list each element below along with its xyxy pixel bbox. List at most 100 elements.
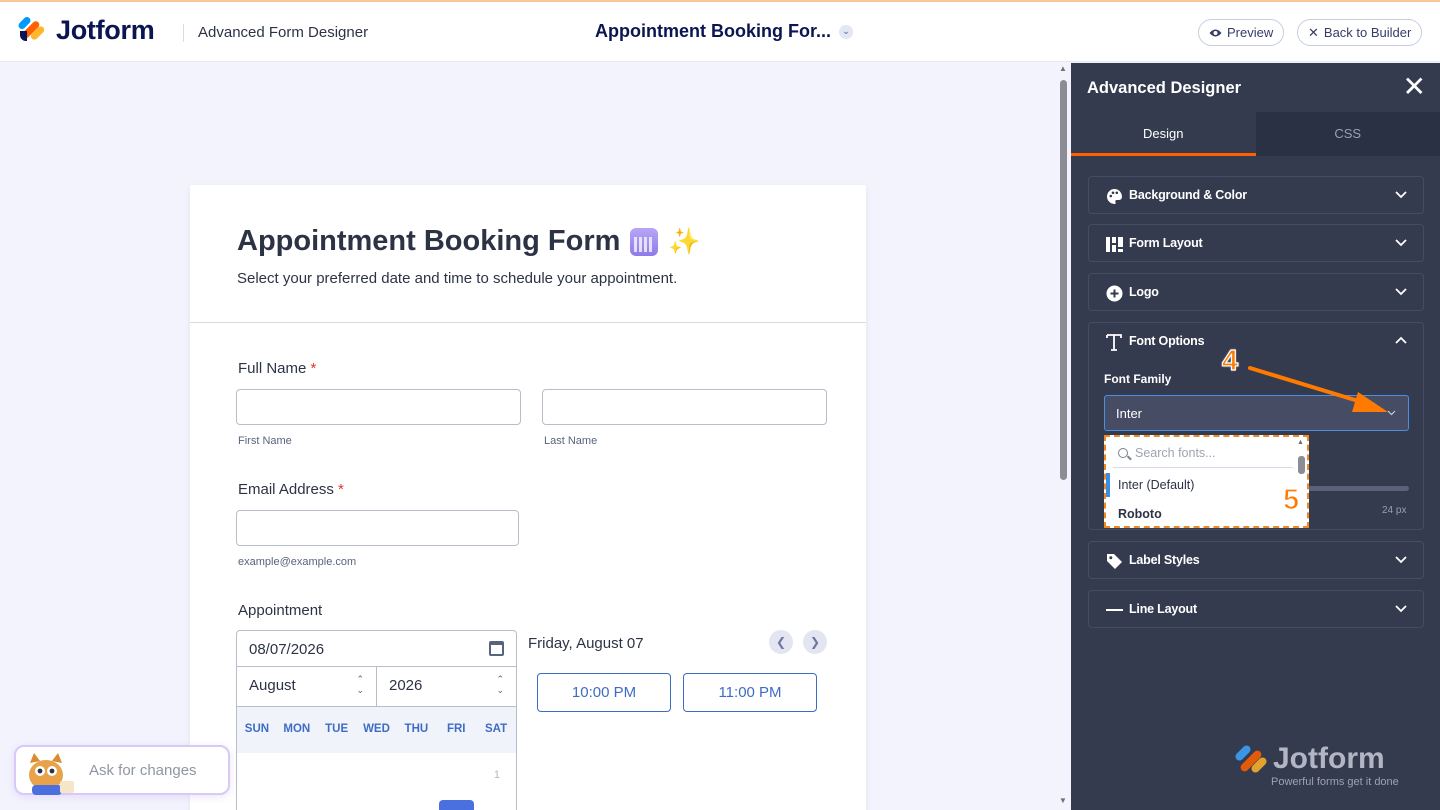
font-family-label: Font Family: [1104, 372, 1172, 386]
first-name-sublabel: First Name: [238, 435, 292, 447]
chevron-down-icon: [1395, 288, 1407, 296]
time-slot-button[interactable]: 11:00 PM: [683, 673, 817, 712]
sparkles-emoji-icon: ✨: [668, 226, 701, 256]
month-value: August: [249, 677, 296, 694]
font-search-input[interactable]: Search fonts...: [1113, 443, 1293, 468]
form-header[interactable]: Appointment Booking Form ✨ Select your p…: [190, 185, 866, 323]
back-to-builder-button[interactable]: ✕ Back to Builder: [1297, 19, 1423, 46]
font-option[interactable]: Inter (Default): [1106, 473, 1296, 497]
scrollbar-thumb[interactable]: [1060, 80, 1067, 480]
jotform-logo-icon: [1233, 743, 1269, 778]
selected-day-cell[interactable]: [439, 800, 474, 810]
first-name-input[interactable]: [236, 389, 521, 425]
section-label: Background & Color: [1129, 188, 1247, 202]
calendar-day[interactable]: 1: [494, 769, 500, 781]
font-family-value: Inter: [1116, 406, 1143, 421]
eye-icon: [1209, 29, 1222, 36]
date-input[interactable]: 08/07/2026: [236, 630, 517, 667]
appointment-label: Appointment: [238, 602, 323, 619]
form-title: Appointment Booking For...: [595, 21, 831, 41]
last-name-input[interactable]: [542, 389, 827, 425]
section-logo[interactable]: Logo: [1088, 273, 1424, 311]
weekday-thu: THU: [404, 723, 429, 735]
chevron-down-icon: [1395, 556, 1407, 564]
section-line-layout[interactable]: Line Layout: [1088, 590, 1424, 628]
chevron-down-icon: [1395, 191, 1407, 199]
font-option[interactable]: Roboto: [1106, 502, 1296, 526]
preview-label: Preview: [1227, 25, 1274, 40]
weekday-header: SUN MON TUE WED THU FRI SAT: [236, 707, 517, 753]
full-name-label-text: Full Name: [238, 360, 307, 377]
form-subheading: Select your preferred date and time to s…: [237, 270, 678, 287]
form-title-dropdown[interactable]: Appointment Booking For... ⌄: [595, 21, 853, 42]
font-size-value: 24 px: [1382, 505, 1407, 516]
chevron-up-icon[interactable]: [1393, 333, 1409, 349]
canvas-scrollbar[interactable]: ▲ ▼: [1058, 64, 1068, 806]
chevron-down-icon: [1395, 239, 1407, 247]
section-label: Logo: [1129, 285, 1159, 299]
assistant-avatar-icon: [29, 753, 74, 795]
section-label: Line Layout: [1129, 602, 1197, 616]
scroll-up-arrow-icon[interactable]: ▲: [1297, 439, 1304, 446]
plus-circle-icon: [1105, 284, 1123, 302]
last-name-sublabel: Last Name: [544, 435, 598, 447]
year-value: 2026: [389, 677, 423, 694]
weekday-fri: FRI: [446, 723, 466, 735]
email-label-text: Email Address: [238, 481, 334, 498]
section-form-layout[interactable]: Form Layout: [1088, 224, 1424, 262]
form-heading-text: Appointment Booking Form: [237, 225, 621, 257]
panel-title: Advanced Designer: [1087, 79, 1242, 97]
preview-button[interactable]: Preview: [1198, 19, 1285, 46]
search-icon: [1118, 448, 1128, 458]
required-mark: *: [338, 481, 344, 498]
section-label-styles[interactable]: Label Styles: [1088, 541, 1424, 579]
brand-name: Jotform: [1273, 742, 1385, 775]
close-panel-icon[interactable]: ✕: [1403, 73, 1426, 101]
calendar-icon[interactable]: [489, 641, 504, 656]
logo-text: Jotform: [56, 15, 155, 45]
app-subtitle: Advanced Form Designer: [198, 24, 369, 41]
line-icon: [1105, 601, 1123, 619]
chevron-down-icon[interactable]: ⌄: [838, 24, 853, 39]
tab-design[interactable]: Design: [1071, 112, 1256, 156]
previous-day-button[interactable]: ❮: [769, 630, 793, 654]
month-select[interactable]: August ⌃ ⌄: [237, 666, 376, 706]
calendar-emoji-icon: [630, 227, 659, 256]
required-mark: *: [310, 360, 317, 377]
up-down-icon: ⌃ ⌄: [356, 674, 364, 695]
font-size-slider[interactable]: [1304, 486, 1409, 491]
back-label: Back to Builder: [1323, 25, 1412, 40]
section-background-color[interactable]: Background & Color: [1088, 176, 1424, 214]
scroll-down-arrow-icon[interactable]: ▼: [1059, 796, 1067, 805]
email-label: Email Address *: [238, 481, 344, 498]
scroll-up-arrow-icon[interactable]: ▲: [1059, 64, 1067, 73]
tab-css[interactable]: CSS: [1256, 112, 1440, 156]
weekday-mon: MON: [283, 723, 311, 735]
tag-icon: [1105, 552, 1123, 570]
next-day-button[interactable]: ❯: [803, 630, 827, 654]
section-label: Label Styles: [1129, 553, 1200, 567]
dropdown-scrollbar-thumb[interactable]: [1298, 456, 1305, 474]
text-icon: [1105, 333, 1123, 351]
time-slot-button[interactable]: 10:00 PM: [537, 673, 671, 712]
chevron-down-icon: [1395, 605, 1407, 613]
up-down-icon: ⌃ ⌄: [496, 674, 504, 695]
top-bar: Jotform Advanced Form Designer Appointme…: [0, 0, 1440, 62]
weekday-sun: SUN: [244, 723, 270, 735]
jotform-logo[interactable]: Jotform: [17, 15, 155, 46]
header-divider: [183, 24, 184, 42]
ask-for-changes-input[interactable]: Ask for changes: [14, 745, 230, 795]
date-value: 08/07/2026: [249, 641, 325, 658]
layout-icon: [1105, 235, 1123, 253]
section-label[interactable]: Font Options: [1129, 334, 1205, 348]
email-input[interactable]: [236, 510, 519, 546]
form-heading: Appointment Booking Form ✨: [237, 225, 866, 258]
weekday-sat: SAT: [485, 723, 508, 735]
ask-placeholder: Ask for changes: [89, 762, 197, 779]
close-icon: ✕: [1308, 24, 1319, 40]
brand-tagline: Powerful forms get it done: [1271, 776, 1399, 788]
palette-icon: [1105, 187, 1123, 205]
chevron-left-icon: ❮: [775, 635, 787, 649]
year-select[interactable]: 2026 ⌃ ⌄: [376, 666, 516, 706]
weekday-tue: TUE: [325, 723, 349, 735]
